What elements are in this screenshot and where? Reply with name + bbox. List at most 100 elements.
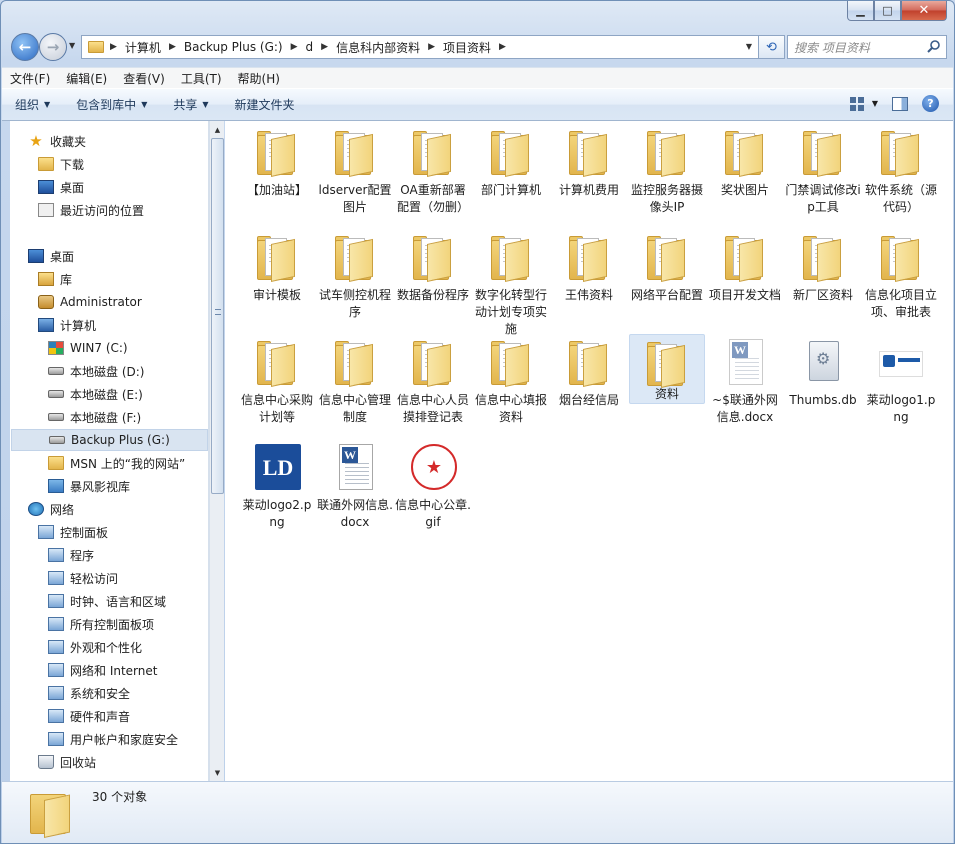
nav-item[interactable]: 计算机 [38,314,96,336]
nav-item[interactable]: Administrator [38,291,142,313]
maximize-button[interactable]: □ [874,1,901,21]
file-item[interactable]: Thumbs.db [785,334,861,409]
menu-item[interactable]: 工具(T) [173,70,230,87]
nav-item[interactable]: 网络 [28,498,74,520]
menu-item[interactable]: 查看(V) [115,70,173,87]
folder-item[interactable]: 王伟资料 [551,229,627,304]
nav-item[interactable]: 硬件和声音 [48,705,130,727]
folder-item[interactable]: ldserver配置图片 [317,124,393,216]
folder-item[interactable]: 信息化项目立项、审批表 [863,229,939,321]
folder-item[interactable]: 奖状图片 [707,124,783,199]
chevron-right-icon[interactable]: ▶ [499,42,506,52]
folder-item[interactable]: 信息中心填报资料 [473,334,549,426]
address-history-dropdown[interactable]: ▼ [746,42,752,51]
search-icon[interactable] [926,39,942,55]
chevron-down-icon: ▼ [871,99,878,108]
file-item[interactable]: 莱动logo1.png [863,334,939,426]
folder-item[interactable]: 部门计算机 [473,124,549,199]
chevron-right-icon[interactable]: ▶ [321,42,328,52]
chevron-right-icon[interactable]: ▶ [110,42,117,52]
folder-item[interactable]: 烟台经信局 [551,334,627,409]
address-bar[interactable]: ▶ 计算机 ▶ Backup Plus (G:) ▶ d ▶ 信息科内部资料 ▶ 项目资料 ▶ ▼ [81,35,759,59]
menu-item[interactable]: 帮助(H) [230,70,288,87]
nav-item[interactable]: 库 [38,268,72,290]
folder-item[interactable]: 门禁调试修改ip工具 [785,124,861,216]
folder-item[interactable]: 网络平台配置 [629,229,705,304]
close-button[interactable]: ✕ [901,1,947,21]
back-button[interactable]: ← [11,33,39,61]
chevron-right-icon[interactable]: ▶ [428,42,435,52]
file-item[interactable]: ★ 信息中心公章.gif [395,439,471,531]
change-view-button[interactable]: ▼ [849,96,878,111]
chevron-right-icon[interactable]: ▶ [291,42,298,52]
nav-item[interactable]: MSN 上的“我的网站” [48,452,185,474]
menu-item[interactable]: 文件(F) [2,70,58,87]
search-input[interactable]: 搜索 项目资料 [787,35,947,59]
item-name: 部门计算机 [480,183,541,197]
nav-item[interactable]: 桌面 [28,245,74,267]
preview-pane-icon[interactable] [892,96,908,111]
nav-item[interactable]: 暴风影视库 [48,475,130,497]
folder-item[interactable]: 信息中心采购计划等 [239,334,315,426]
folder-item[interactable]: OA重新部署配置（勿删） [395,124,471,216]
scroll-up-icon[interactable]: ▲ [210,121,225,138]
folder-item[interactable]: 信息中心管理制度 [317,334,393,426]
folder-item[interactable]: 审计模板 [239,229,315,304]
nav-item[interactable]: 回收站 [38,751,96,773]
folder-item[interactable]: 【加油站】 [239,124,315,199]
minimize-button[interactable]: ▁ [847,1,874,21]
nav-item[interactable]: 时钟、语言和区域 [48,590,166,612]
nav-item[interactable]: 外观和个性化 [48,636,142,658]
share-button[interactable]: 共享 ▼ [160,96,221,113]
folder-item[interactable]: 新厂区资料 [785,229,861,304]
breadcrumb-item[interactable]: Backup Plus (G:) [184,40,283,54]
nav-item[interactable]: 轻松访问 [48,567,118,589]
organize-button[interactable]: 组织 ▼ [2,96,63,113]
nav-item[interactable]: WIN7 (C:) [48,337,128,359]
nav-item[interactable]: 本地磁盘 (F:) [48,406,141,428]
breadcrumb-item[interactable]: 项目资料 [443,39,491,56]
nav-item[interactable]: 网络和 Internet [48,659,157,681]
folder-item[interactable]: 信息中心人员摸排登记表 [395,334,471,426]
include-in-library-button[interactable]: 包含到库中 ▼ [63,96,160,113]
folder-item[interactable]: 监控服务器摄像头IP [629,124,705,216]
nav-item[interactable]: 系统和安全 [48,682,130,704]
nav-item[interactable]: 本地磁盘 (E:) [48,383,143,405]
file-item[interactable]: W ~$联通外网信息.docx [707,334,783,426]
folder-item[interactable]: 试车侧控机程序 [317,229,393,321]
nav-item[interactable]: 本地磁盘 (D:) [48,360,144,382]
scroll-down-icon[interactable]: ▼ [210,764,225,781]
file-item[interactable]: LD 莱动logo2.png [239,439,315,531]
file-item[interactable]: W 联通外网信息.docx [317,439,393,531]
folder-item[interactable]: 资料 [629,334,705,404]
nav-item[interactable]: 最近访问的位置 [38,199,144,221]
menu-item[interactable]: 编辑(E) [58,70,115,87]
nav-item[interactable]: Backup Plus (G:) [11,429,208,451]
nav-item[interactable]: ★ 收藏夹 [28,130,86,152]
help-icon[interactable]: ? [922,95,939,112]
folder-icon [721,232,769,284]
folder-icon [28,788,72,838]
nav-item[interactable]: 所有控制面板项 [48,613,154,635]
nav-item[interactable]: 用户帐户和家庭安全 [48,728,178,750]
folder-item[interactable]: 计算机费用 [551,124,627,199]
breadcrumb-item[interactable]: d [306,40,314,54]
chevron-right-icon[interactable]: ▶ [169,42,176,52]
nav-item[interactable]: 程序 [48,544,94,566]
recycle-bin-icon [38,755,54,769]
navigation-pane-scrollbar[interactable]: ▲ ▼ [209,121,224,781]
folder-item[interactable]: 数字化转型行动计划专项实施 [473,229,549,338]
refresh-button[interactable]: ⟲ [759,35,785,59]
nav-item[interactable]: 控制面板 [38,521,108,543]
folder-item[interactable]: 数据备份程序 [395,229,471,304]
nav-item[interactable]: 桌面 [38,176,84,198]
new-folder-button[interactable]: 新建文件夹 [222,96,308,113]
folder-item[interactable]: 软件系统（源代码） [863,124,939,216]
breadcrumb-item[interactable]: 计算机 [125,39,161,56]
breadcrumb-item[interactable]: 信息科内部资料 [336,39,420,56]
scroll-thumb[interactable] [211,138,224,494]
forward-button[interactable]: → [39,33,67,61]
folder-item[interactable]: 项目开发文档 [707,229,783,304]
nav-item[interactable]: 下载 [38,153,84,175]
recent-pages-dropdown[interactable]: ▼ [69,41,75,50]
